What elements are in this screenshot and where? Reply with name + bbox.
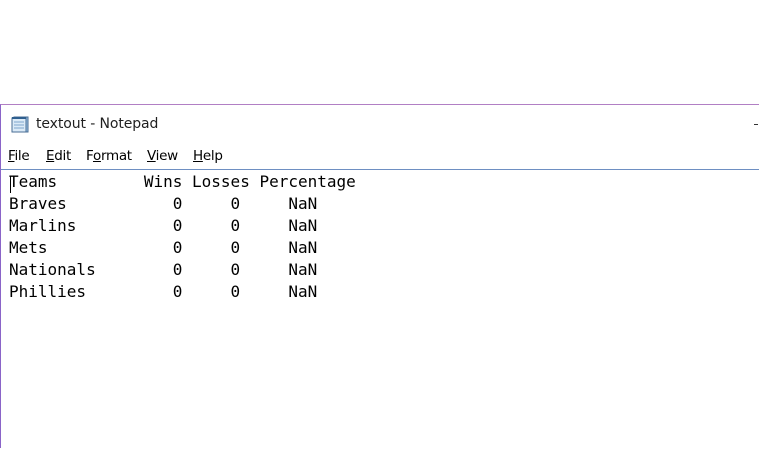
menu-view-label: iew <box>155 148 179 164</box>
menu-edit-accel: E <box>46 148 55 164</box>
menu-help-accel: H <box>193 148 203 164</box>
menu-help[interactable]: Help <box>193 148 223 164</box>
menu-view-accel: V <box>147 148 156 164</box>
menu-format[interactable]: Format <box>86 148 132 164</box>
text-editor[interactable]: Teams Wins Losses Percentage Braves 0 0 … <box>1 169 759 449</box>
text-caret <box>10 176 11 193</box>
menu-format-accel: o <box>92 148 101 164</box>
menu-bar: File Edit Format View Help <box>1 145 759 169</box>
menu-format-pre: F <box>86 148 93 164</box>
menu-file[interactable]: File <box>8 148 30 164</box>
menu-edit[interactable]: Edit <box>46 148 71 164</box>
menu-help-label: elp <box>202 148 223 164</box>
menu-file-label: ile <box>14 148 30 164</box>
document-text[interactable]: Teams Wins Losses Percentage Braves 0 0 … <box>9 171 356 303</box>
menu-format-label: rmat <box>100 148 132 164</box>
title-bar[interactable]: textout - Notepad <box>1 105 759 145</box>
menu-edit-label: dit <box>54 148 71 164</box>
window-title: textout - Notepad <box>36 116 159 132</box>
minimize-button[interactable] <box>754 124 758 125</box>
notepad-window: textout - Notepad File Edit Format View … <box>0 104 759 449</box>
menu-view[interactable]: View <box>147 148 178 164</box>
notepad-icon <box>11 116 29 133</box>
